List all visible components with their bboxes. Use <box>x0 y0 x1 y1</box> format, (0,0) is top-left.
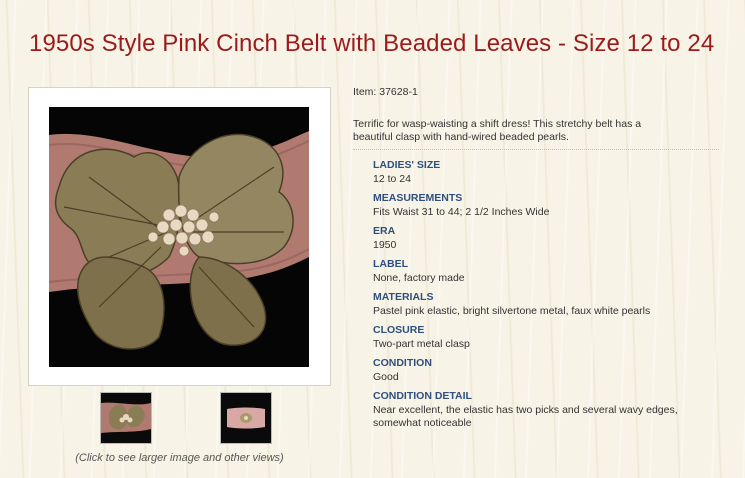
spec-era: ERA 1950 <box>373 225 723 252</box>
spec-value: Fits Waist 31 to 44; 2 1/2 Inches Wide <box>373 206 550 218</box>
spec-label: CLOSURE <box>373 324 425 336</box>
main-product-image[interactable] <box>49 107 309 367</box>
spec-value: 1950 <box>373 239 397 251</box>
product-details: Item: 37628-1 Terrific for wasp-waisting… <box>353 86 723 436</box>
gallery-caption: (Click to see larger image and other vie… <box>75 452 284 464</box>
spec-measurements: MEASUREMENTS Fits Waist 31 to 44; 2 1/2 … <box>373 192 723 219</box>
spec-label: LABEL <box>373 258 408 270</box>
spec-value: 12 to 24 <box>373 173 411 185</box>
thumbnail-closeup-image <box>101 393 151 443</box>
spec-value: Two-part metal clasp <box>373 338 470 350</box>
spec-value: Good <box>373 371 399 383</box>
spec-materials: MATERIALS Pastel pink elastic, bright si… <box>373 291 723 318</box>
belt-buckle-illustration <box>49 131 309 350</box>
spec-label: ERA <box>373 225 396 237</box>
spec-label: MATERIALS <box>373 291 434 303</box>
spec-label: LADIES' SIZE <box>373 159 441 171</box>
item-number: Item: 37628-1 <box>353 86 418 98</box>
divider <box>353 149 719 150</box>
spec-value: Near excellent, the elastic has two pick… <box>373 404 678 429</box>
spec-value: Pastel pink elastic, bright silvertone m… <box>373 305 651 317</box>
spec-value: None, factory made <box>373 272 465 284</box>
spec-ladies-size: LADIES' SIZE 12 to 24 <box>373 159 723 186</box>
spec-label: CONDITION <box>373 357 432 369</box>
spec-condition-detail: CONDITION DETAIL Near excellent, the ela… <box>373 390 723 430</box>
thumbnail-full-belt[interactable] <box>220 392 272 444</box>
spec-label-info: LABEL None, factory made <box>373 258 723 285</box>
main-image-frame <box>28 87 331 386</box>
spec-label: MEASUREMENTS <box>373 192 463 204</box>
thumbnail-closeup[interactable] <box>100 392 152 444</box>
thumbnail-full-belt-image <box>221 393 271 443</box>
spec-closure: CLOSURE Two-part metal clasp <box>373 324 723 351</box>
product-description: Terrific for wasp-waisting a shift dress… <box>353 118 642 143</box>
spec-list: LADIES' SIZE 12 to 24 MEASUREMENTS Fits … <box>373 159 723 430</box>
spec-condition: CONDITION Good <box>373 357 723 384</box>
spec-label: CONDITION DETAIL <box>373 390 472 402</box>
page-title: 1950s Style Pink Cinch Belt with Beaded … <box>29 30 715 57</box>
